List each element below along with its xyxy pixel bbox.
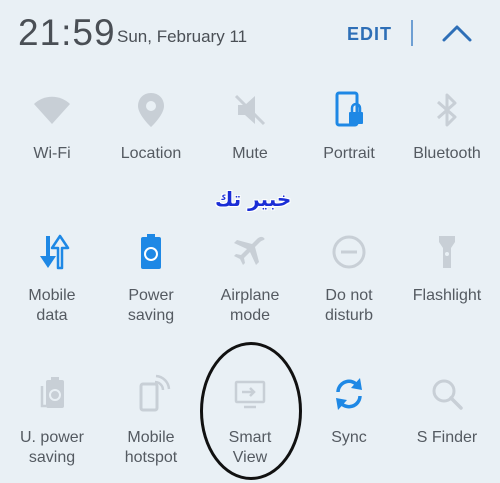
tile-label: Portrait bbox=[323, 145, 375, 162]
mobile-data-icon bbox=[40, 234, 70, 270]
tile-label: S Finder bbox=[416, 429, 478, 446]
do-not-disturb-icon bbox=[332, 235, 366, 269]
tile-mobile-hotspot[interactable]: Mobile hotspot bbox=[101, 374, 201, 468]
tile-portrait[interactable]: Portrait bbox=[299, 90, 399, 164]
tile-label: U. power saving bbox=[19, 429, 85, 466]
tile-flashlight[interactable]: Flashlight bbox=[397, 232, 497, 306]
collapse-chevron-icon[interactable] bbox=[440, 22, 474, 44]
highlight-circle-annotation bbox=[200, 342, 302, 480]
date[interactable]: Sun, February 11 bbox=[117, 27, 247, 47]
sync-icon bbox=[336, 378, 362, 410]
tile-label: Flashlight bbox=[412, 287, 482, 304]
tile-location[interactable]: Location bbox=[101, 90, 201, 164]
tile-label: Bluetooth bbox=[413, 145, 481, 162]
tile-sync[interactable]: Sync bbox=[299, 374, 399, 448]
hotspot-icon bbox=[139, 374, 171, 412]
quick-panel-header: 21:59 Sun, February 11 EDIT bbox=[0, 0, 500, 70]
ultra-power-saving-icon bbox=[40, 377, 64, 408]
tile-label: Airplane mode bbox=[220, 287, 280, 324]
search-icon bbox=[432, 379, 463, 410]
tile-wifi[interactable]: Wi-Fi bbox=[2, 90, 102, 164]
mute-icon bbox=[234, 94, 266, 126]
watermark-text: خبير تك bbox=[215, 187, 292, 211]
power-saving-icon bbox=[141, 234, 161, 269]
tile-label: Mobile hotspot bbox=[124, 429, 178, 466]
tile-mute[interactable]: Mute bbox=[200, 90, 300, 164]
tile-label: Sync bbox=[331, 429, 367, 446]
wifi-icon bbox=[34, 96, 70, 124]
tile-ultra-power-saving[interactable]: U. power saving bbox=[2, 374, 102, 468]
bluetooth-icon bbox=[437, 93, 457, 127]
tile-do-not-disturb[interactable]: Do not disturb bbox=[299, 232, 399, 326]
divider bbox=[411, 20, 413, 46]
location-pin-icon bbox=[138, 93, 164, 127]
tile-mobile-data[interactable]: Mobile data bbox=[2, 232, 102, 326]
tile-airplane-mode[interactable]: Airplane mode bbox=[200, 232, 300, 326]
tile-label: Wi-Fi bbox=[33, 145, 71, 162]
tile-label: Mobile data bbox=[28, 287, 76, 324]
tile-label: Mute bbox=[232, 145, 268, 162]
clock: 21:59 bbox=[18, 12, 116, 53]
tile-s-finder[interactable]: S Finder bbox=[397, 374, 497, 448]
airplane-icon bbox=[234, 236, 265, 265]
tile-bluetooth[interactable]: Bluetooth bbox=[397, 90, 497, 164]
tile-label: Do not disturb bbox=[324, 287, 374, 324]
flashlight-icon bbox=[439, 236, 455, 268]
tile-label: Location bbox=[120, 145, 182, 162]
tile-label: Power saving bbox=[127, 287, 175, 324]
edit-button[interactable]: EDIT bbox=[347, 24, 392, 45]
tile-power-saving[interactable]: Power saving bbox=[101, 232, 201, 326]
portrait-lock-icon bbox=[335, 91, 363, 127]
